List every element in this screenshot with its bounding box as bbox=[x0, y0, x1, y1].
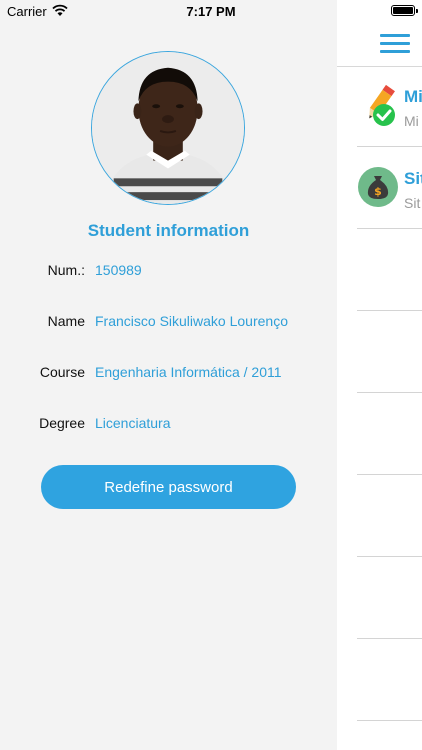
list-separator bbox=[357, 638, 422, 639]
battery-icon bbox=[391, 5, 418, 16]
info-row-name: Name Francisco Sikuliwako Lourenço bbox=[0, 313, 337, 333]
item-subtitle: Mi bbox=[404, 113, 419, 129]
field-label: Degree bbox=[39, 415, 85, 431]
clock: 7:17 PM bbox=[186, 4, 236, 19]
item-title: Mi bbox=[404, 87, 422, 106]
list-separator bbox=[357, 146, 422, 147]
item-title: Sit bbox=[404, 169, 422, 188]
svg-text:$: $ bbox=[374, 185, 382, 198]
field-value: Licenciatura bbox=[95, 415, 171, 431]
field-value: 150989 bbox=[95, 262, 142, 278]
field-label: Num.: bbox=[47, 262, 85, 278]
student-photo bbox=[92, 52, 244, 204]
field-label: Course bbox=[39, 364, 85, 380]
list-item[interactable]: Mi Mi bbox=[337, 84, 422, 144]
hamburger-menu-icon[interactable] bbox=[380, 34, 410, 54]
list-separator bbox=[357, 474, 422, 475]
list-separator bbox=[357, 392, 422, 393]
side-drawer: Student information Num.: 150989 Name Fr… bbox=[0, 0, 337, 750]
info-row-course: Course Engenharia Informática / 2011 bbox=[0, 364, 337, 384]
field-label: Name bbox=[47, 313, 85, 329]
money-bag-icon: $ bbox=[358, 167, 398, 207]
list-separator bbox=[357, 228, 422, 229]
field-value: Francisco Sikuliwako Lourenço bbox=[95, 313, 288, 329]
list-separator bbox=[357, 556, 422, 557]
section-title: Student information bbox=[87, 221, 250, 240]
item-subtitle: Sit bbox=[404, 195, 421, 211]
field-value: Engenharia Informática / 2011 bbox=[95, 364, 282, 380]
pencil-check-icon bbox=[369, 84, 395, 126]
list-separator bbox=[357, 310, 422, 311]
avatar bbox=[91, 51, 245, 205]
main-content: Mi Mi $ Sit Sit bbox=[337, 0, 422, 750]
list-item[interactable]: $ Sit Sit bbox=[337, 166, 422, 226]
list-separator bbox=[357, 720, 422, 721]
info-row-degree: Degree Licenciatura bbox=[0, 415, 337, 435]
status-bar: Carrier 7:17 PM bbox=[0, 0, 422, 22]
info-row-number: Num.: 150989 bbox=[0, 262, 337, 282]
redefine-password-button[interactable]: Redefine password bbox=[41, 465, 296, 509]
header-divider bbox=[337, 66, 422, 67]
